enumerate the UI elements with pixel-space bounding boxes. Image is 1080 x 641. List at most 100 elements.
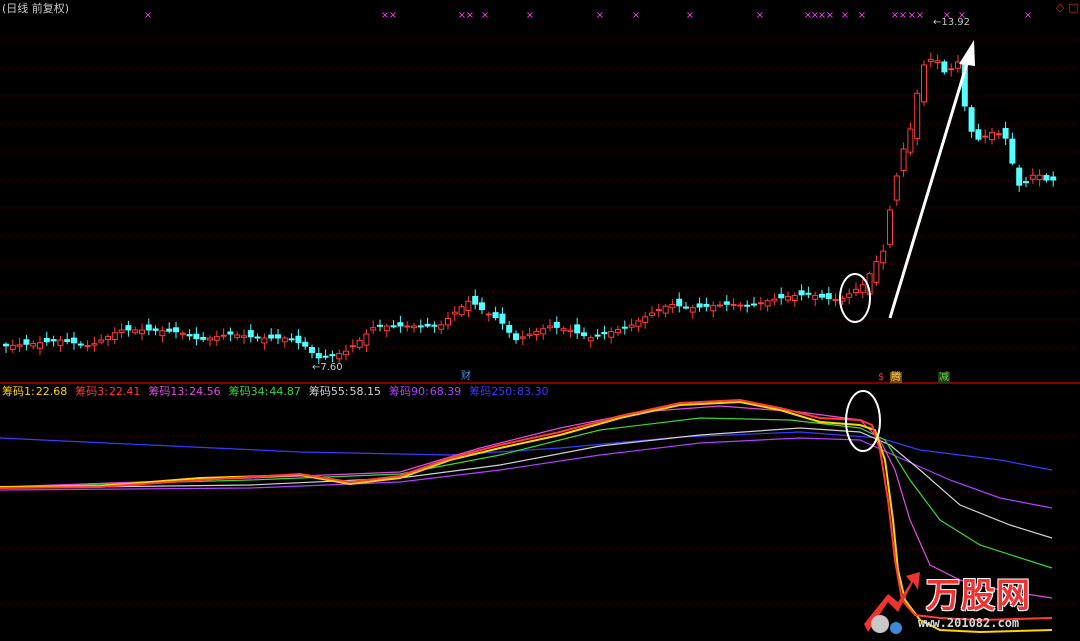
candle-body[interactable] bbox=[771, 298, 778, 302]
candle-body[interactable] bbox=[9, 344, 16, 350]
dollar-badge[interactable]: $ bbox=[877, 372, 885, 383]
candle-body[interactable] bbox=[635, 320, 642, 327]
candle-body[interactable] bbox=[553, 321, 560, 328]
candle-body[interactable] bbox=[941, 61, 948, 73]
candle-body[interactable] bbox=[1016, 167, 1023, 186]
candle-body[interactable] bbox=[349, 345, 356, 348]
candle-body[interactable] bbox=[560, 328, 567, 332]
candle-body[interactable] bbox=[649, 312, 655, 316]
candle-body[interactable] bbox=[179, 332, 186, 335]
candle-body[interactable] bbox=[737, 304, 744, 307]
candle-body[interactable] bbox=[757, 302, 764, 305]
candle-body[interactable] bbox=[479, 302, 485, 311]
candle-body[interactable] bbox=[200, 336, 207, 340]
candle-body[interactable] bbox=[887, 209, 893, 245]
candle-body[interactable] bbox=[193, 333, 200, 340]
candle-body[interactable] bbox=[220, 334, 227, 337]
candle-body[interactable] bbox=[1043, 175, 1050, 181]
candle-body[interactable] bbox=[594, 334, 601, 337]
candle-body[interactable] bbox=[791, 295, 798, 302]
candle-body[interactable] bbox=[16, 344, 23, 347]
candle-body[interactable] bbox=[642, 316, 649, 323]
finance-badge[interactable]: 财 bbox=[460, 371, 472, 382]
candle-body[interactable] bbox=[519, 336, 526, 339]
candle-body[interactable] bbox=[683, 306, 689, 309]
candle-body[interactable] bbox=[57, 339, 64, 347]
candle-body[interactable] bbox=[302, 341, 309, 347]
candle-body[interactable] bbox=[880, 250, 887, 264]
candle-body[interactable] bbox=[819, 293, 825, 298]
candle-body[interactable] bbox=[655, 309, 662, 312]
diamond-icon[interactable]: ◇ bbox=[1056, 1, 1064, 14]
candle-body[interactable] bbox=[281, 337, 288, 343]
candle-body[interactable] bbox=[730, 303, 737, 306]
candle-body[interactable] bbox=[118, 329, 125, 334]
candle-body[interactable] bbox=[254, 336, 261, 339]
candle-body[interactable] bbox=[71, 337, 77, 344]
rise-badge[interactable]: 腾 bbox=[890, 372, 902, 383]
candle-body[interactable] bbox=[397, 322, 404, 327]
candle-body[interactable] bbox=[1023, 181, 1029, 184]
candle-body[interactable] bbox=[900, 148, 907, 172]
candle-body[interactable] bbox=[1002, 127, 1009, 139]
candle-body[interactable] bbox=[581, 332, 587, 337]
candle-body[interactable] bbox=[927, 58, 934, 63]
candle-body[interactable] bbox=[751, 303, 757, 306]
candle-body[interactable] bbox=[132, 329, 139, 334]
candle-body[interactable] bbox=[84, 345, 91, 348]
candle-body[interactable] bbox=[812, 294, 819, 300]
candle-body[interactable] bbox=[968, 107, 975, 132]
candle-body[interactable] bbox=[139, 329, 145, 335]
candle-body[interactable] bbox=[363, 333, 370, 346]
candle-body[interactable] bbox=[608, 331, 615, 338]
candle-body[interactable] bbox=[696, 303, 703, 308]
candle-body[interactable] bbox=[1050, 176, 1057, 181]
candle-body[interactable] bbox=[383, 325, 390, 332]
candle-body[interactable] bbox=[982, 135, 989, 138]
candle-body[interactable] bbox=[186, 334, 193, 337]
candle-body[interactable] bbox=[628, 324, 635, 328]
candle-body[interactable] bbox=[764, 300, 771, 307]
candle-body[interactable] bbox=[465, 300, 472, 312]
candle-body[interactable] bbox=[424, 323, 431, 327]
candle-body[interactable] bbox=[717, 304, 723, 307]
candle-body[interactable] bbox=[91, 343, 98, 346]
candle-body[interactable] bbox=[832, 298, 839, 301]
candle-body[interactable] bbox=[533, 330, 540, 335]
candle-body[interactable] bbox=[567, 329, 574, 332]
candle-body[interactable] bbox=[825, 293, 832, 300]
candle-body[interactable] bbox=[336, 353, 343, 360]
candle-body[interactable] bbox=[241, 335, 247, 338]
candle-body[interactable] bbox=[356, 339, 363, 348]
candle-body[interactable] bbox=[166, 328, 173, 332]
candle-body[interactable] bbox=[295, 335, 302, 343]
kline-chart[interactable]: × × × × × × × × × × × ××× × × × × × × × × × × bbox=[0, 0, 1080, 641]
candle-body[interactable] bbox=[152, 328, 159, 331]
candle-body[interactable] bbox=[213, 336, 220, 341]
candlesticks[interactable] bbox=[3, 52, 1057, 365]
candle-body[interactable] bbox=[723, 301, 730, 305]
candle-body[interactable] bbox=[703, 303, 710, 307]
candle-body[interactable] bbox=[404, 325, 411, 328]
candle-body[interactable] bbox=[438, 324, 445, 330]
candle-body[interactable] bbox=[3, 343, 9, 347]
candle-body[interactable] bbox=[329, 354, 336, 357]
candle-body[interactable] bbox=[159, 330, 166, 337]
candle-body[interactable] bbox=[785, 295, 791, 301]
candle-body[interactable] bbox=[370, 327, 377, 331]
candle-body[interactable] bbox=[907, 128, 914, 153]
candle-body[interactable] bbox=[417, 325, 424, 328]
candle-body[interactable] bbox=[50, 339, 57, 342]
candle-body[interactable] bbox=[615, 329, 621, 334]
candle-body[interactable] bbox=[798, 290, 805, 296]
candle-body[interactable] bbox=[934, 60, 941, 64]
candle-body[interactable] bbox=[485, 313, 492, 316]
candle-body[interactable] bbox=[574, 324, 581, 334]
candle-body[interactable] bbox=[390, 325, 397, 328]
candle-body[interactable] bbox=[989, 131, 995, 141]
candle-body[interactable] bbox=[445, 318, 451, 326]
candle-body[interactable] bbox=[669, 303, 676, 309]
candle-body[interactable] bbox=[261, 337, 268, 344]
candle-body[interactable] bbox=[111, 332, 118, 340]
candle-body[interactable] bbox=[77, 343, 84, 346]
